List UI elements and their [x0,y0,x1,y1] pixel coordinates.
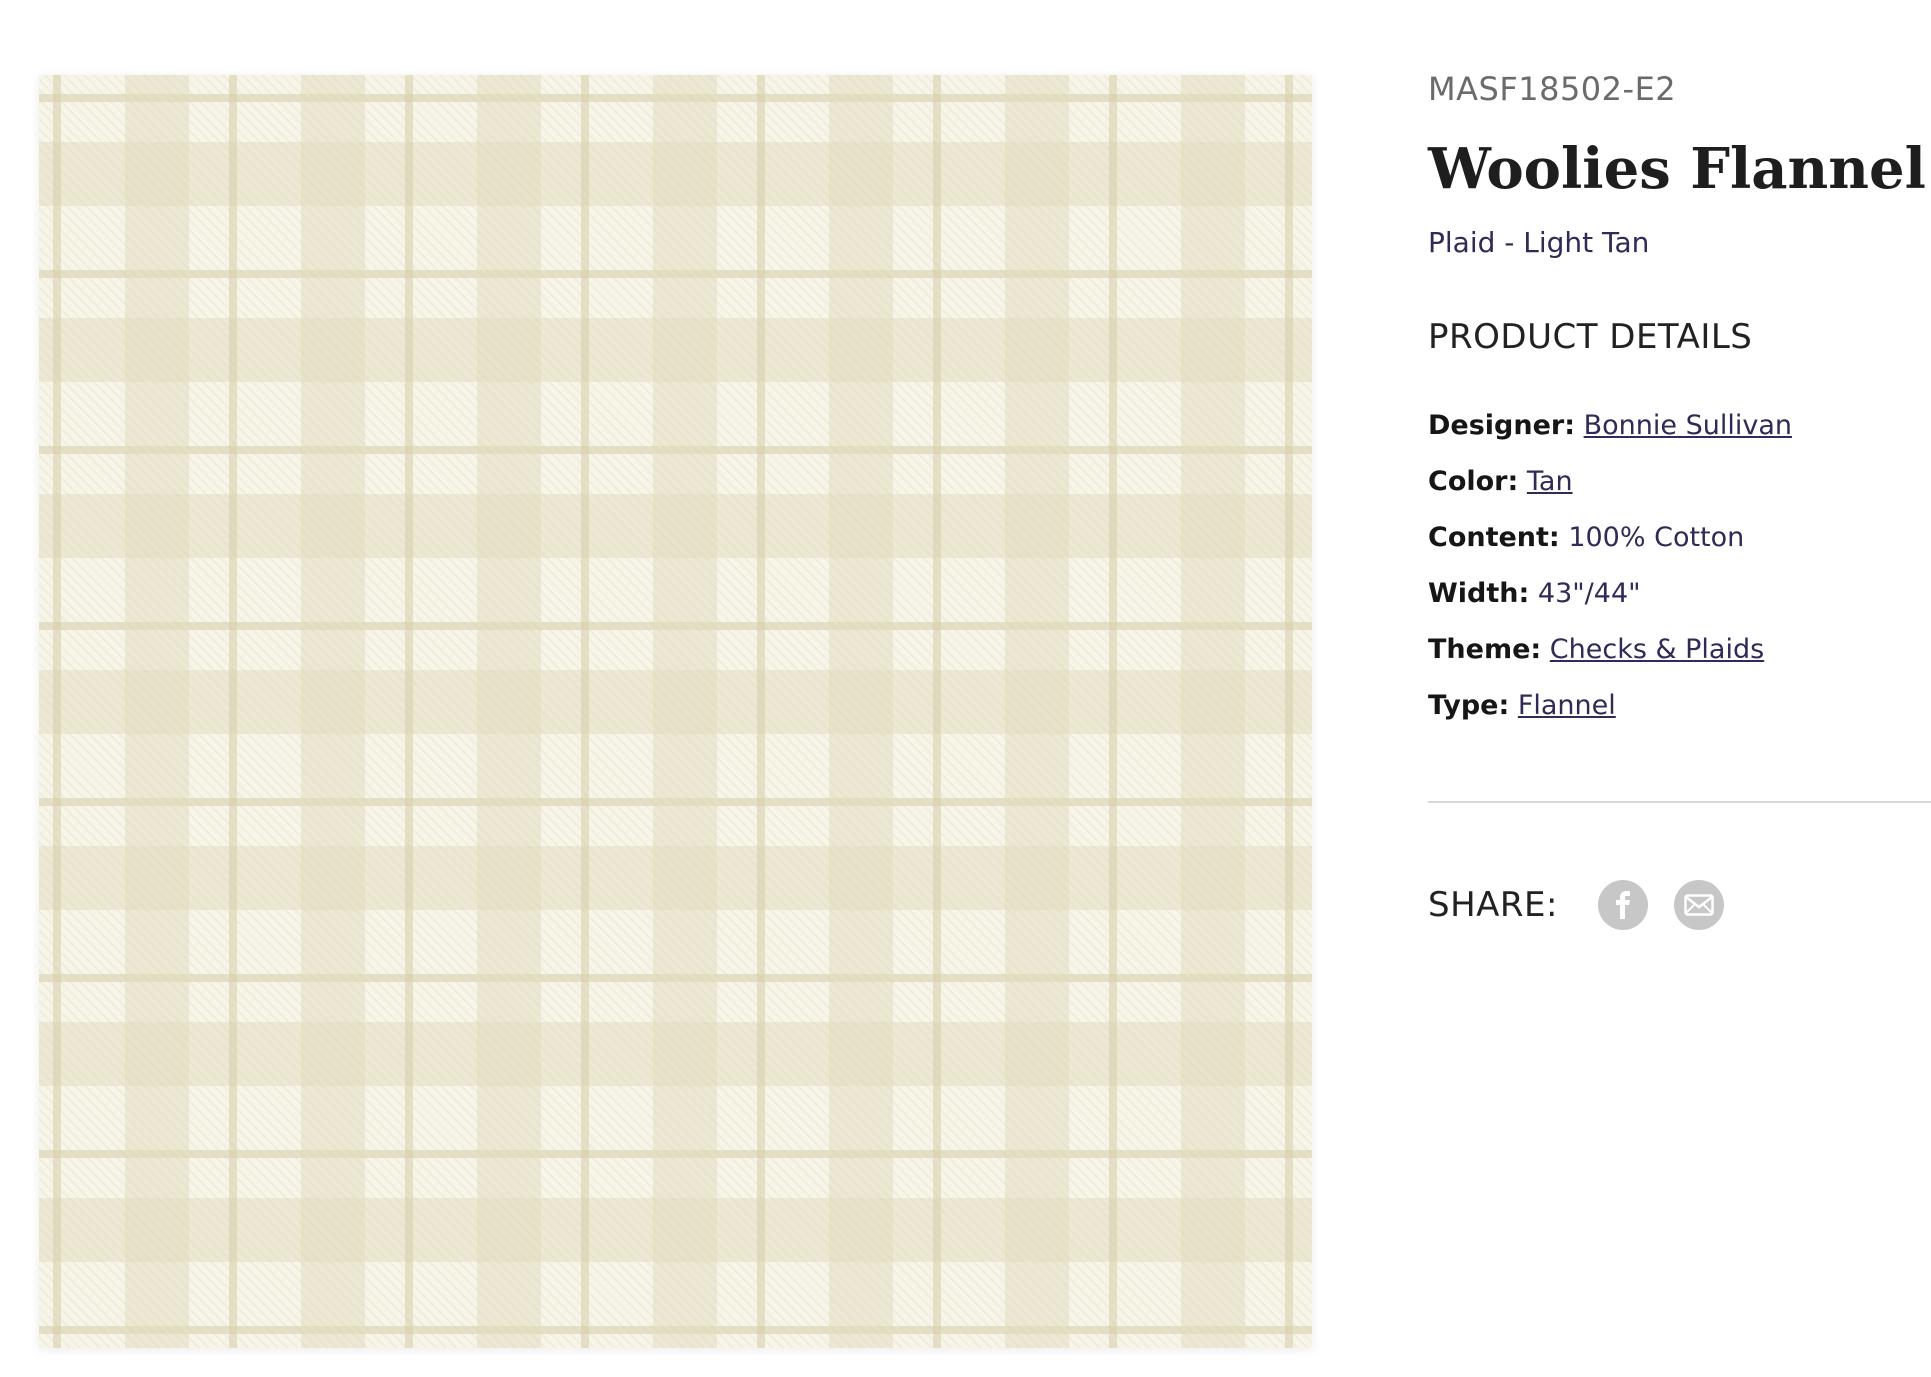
detail-label: Color: [1428,466,1519,497]
product-sku: MASF18502-E2 [1428,70,1677,108]
product-subtitle: Plaid - Light Tan [1428,226,1650,259]
facebook-share-button[interactable] [1597,880,1648,930]
content-value: 100% Cotton [1568,522,1745,553]
theme-link[interactable]: Checks & Plaids [1550,634,1764,665]
detail-content: Content: 100% Cotton [1428,522,1792,578]
email-icon [1684,894,1714,916]
product-details-heading: PRODUCT DETAILS [1428,317,1753,357]
section-divider [1428,801,1931,803]
detail-label: Width: [1428,578,1530,609]
detail-designer: Designer: Bonnie Sullivan [1428,410,1792,466]
facebook-icon [1615,891,1630,919]
type-link[interactable]: Flannel [1518,690,1616,721]
width-value: 43"/44" [1537,578,1641,609]
detail-label: Theme: [1428,634,1542,665]
share-bar: SHARE: [1428,880,1750,930]
designer-link[interactable]: Bonnie Sullivan [1584,410,1792,441]
share-label: SHARE: [1428,885,1558,925]
product-title: Woolies Flannel [1428,136,1926,202]
color-link[interactable]: Tan [1527,466,1573,497]
product-details-list: Designer: Bonnie Sullivan Color: Tan Con… [1428,410,1792,746]
fabric-swatch-image [39,75,1312,1348]
detail-label: Type: [1428,690,1510,721]
detail-theme: Theme: Checks & Plaids [1428,634,1792,690]
detail-label: Content: [1428,522,1560,553]
detail-type: Type: Flannel [1428,690,1792,746]
detail-color: Color: Tan [1428,466,1792,522]
detail-label: Designer: [1428,410,1576,441]
detail-width: Width: 43"/44" [1428,578,1792,634]
email-share-button[interactable] [1673,880,1724,930]
